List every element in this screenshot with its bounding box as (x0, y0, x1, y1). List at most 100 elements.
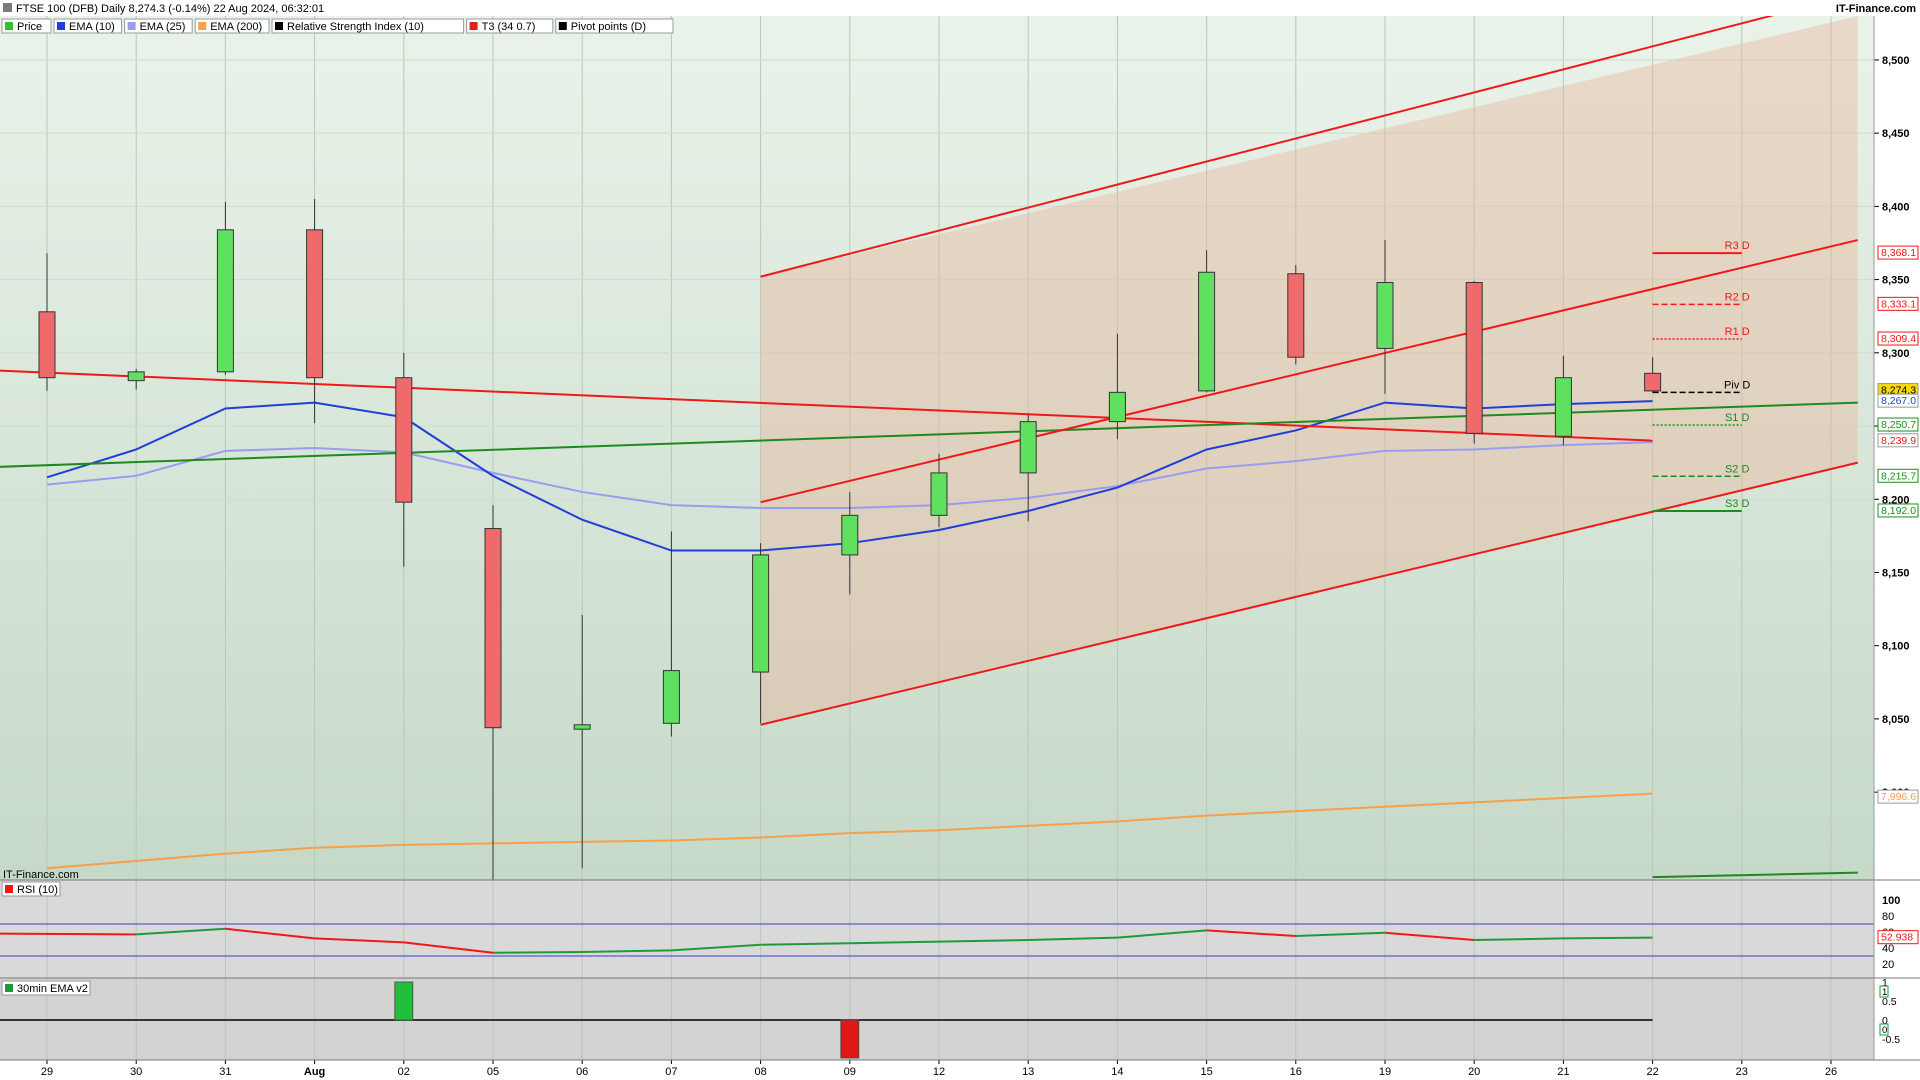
rsi-tick-label: 80 (1882, 911, 1894, 923)
legend-swatch-icon (5, 22, 13, 30)
value-tag-label: 8,192.0 (1881, 505, 1916, 517)
candle-body (1376, 282, 1394, 349)
ema30-value-label: 0 (1882, 1025, 1887, 1036)
flag-icon (3, 3, 12, 12)
candle-body (484, 528, 502, 729)
legend-swatch-icon (558, 22, 567, 30)
legend-item-label: EMA (200) (210, 21, 262, 33)
y-tick-label: 8,450 (1882, 128, 1910, 140)
pivot-label: Piv D (1724, 379, 1750, 391)
rsi-swatch-icon (5, 885, 13, 893)
legend-item-label: Relative Strength Index (10) (287, 21, 424, 33)
candle-body (1554, 377, 1572, 437)
legend-swatch-icon (127, 22, 136, 30)
candle-body (1644, 372, 1662, 392)
legend-swatch-icon (469, 22, 478, 30)
value-tag-label: 8,333.1 (1881, 298, 1916, 310)
rsi-tick-label: 40 (1882, 943, 1894, 955)
legend-swatch-icon (57, 22, 65, 30)
right-axis-bg (1874, 16, 1920, 1080)
y-tick-label: 8,050 (1882, 714, 1910, 726)
value-tag-label: 8,239.9 (1881, 435, 1916, 447)
legend-swatch-icon (198, 22, 207, 30)
value-tag-label: 8,250.7 (1881, 419, 1916, 431)
candle-body (1019, 421, 1037, 474)
legend-item-label: EMA (10) (69, 21, 115, 33)
ema30-swatch-icon (5, 984, 13, 992)
candle-body (930, 472, 948, 516)
rsi-tick-label: 20 (1882, 959, 1894, 971)
value-tag-label: 7,996.6 (1881, 791, 1916, 803)
rsi-tick-label: 100 (1882, 895, 1900, 907)
x-tick-label: 15 (1200, 1066, 1212, 1078)
candle-body (395, 377, 413, 503)
ema30-bar (840, 1019, 860, 1059)
x-tick-label: 05 (487, 1066, 499, 1078)
rsi-segment (0, 932, 137, 936)
x-tick-label: 21 (1557, 1066, 1569, 1078)
y-tick-label: 8,400 (1882, 201, 1910, 213)
brand-label[interactable]: IT-Finance.com (1836, 3, 1916, 15)
candle-body (752, 554, 770, 673)
candle-body (1287, 273, 1305, 358)
pivot-label: S2 D (1725, 463, 1750, 475)
candle-body (127, 371, 145, 382)
value-tag-label: 8,368.1 (1881, 247, 1916, 259)
indicator-legend: Price EMA (10) EMA (25) EMA (200) Relative S… (1, 18, 674, 34)
candle-body (662, 670, 680, 724)
date-axis-bg (0, 1060, 1920, 1080)
watermark: IT-Finance.com (3, 869, 79, 881)
x-tick-label: 31 (219, 1066, 231, 1078)
legend-item-label: Pivot points (D) (571, 21, 646, 33)
candle-body (38, 311, 56, 379)
legend-item-label: EMA (25) (140, 21, 186, 33)
candle-body (216, 229, 234, 373)
pivot-label: R3 D (1725, 240, 1750, 252)
x-tick-label: 22 (1646, 1066, 1658, 1078)
pivot-label: R2 D (1725, 291, 1750, 303)
x-tick-label: 23 (1736, 1066, 1748, 1078)
candle-body (1108, 391, 1126, 423)
value-tag-label: 8,309.4 (1881, 333, 1916, 345)
value-tag-label: 8,215.7 (1881, 470, 1916, 482)
candle-body (841, 514, 859, 556)
y-tick-label: 8,100 (1882, 641, 1910, 653)
x-tick-label: 30 (130, 1066, 142, 1078)
x-tick-label: 14 (1111, 1066, 1123, 1078)
x-tick-label: Aug (304, 1066, 325, 1078)
y-tick-label: 8,350 (1882, 275, 1910, 287)
candle-body (306, 229, 324, 379)
date-axis: 29 30 31 Aug 02 05 06 07 08 09 12 13 14 15 16 19 20 21 22 2… (0, 1060, 1920, 1080)
pivot-label: R1 D (1725, 326, 1750, 338)
candle-body (1198, 271, 1216, 392)
ema30-bar (394, 981, 414, 1021)
y-tick-label: 8,500 (1882, 55, 1910, 67)
legend-swatch-icon (275, 22, 283, 30)
legend-item-label: T3 (34 0.7) (482, 21, 536, 33)
rsi-title: RSI (10) (17, 884, 58, 896)
candle-body (573, 724, 591, 730)
ftse-chart: R3 D R2 D R1 D Piv D S1 D S2 D S3 D 8,500 8,450… (0, 0, 1920, 1080)
value-tag-label: 8,267.0 (1881, 395, 1916, 407)
rsi-value-label: 52.938 (1881, 932, 1913, 944)
x-tick-label: 19 (1379, 1066, 1391, 1078)
x-tick-label: 12 (933, 1066, 945, 1078)
ema30-value-label: 1 (1882, 987, 1887, 998)
rsi-segment (492, 951, 583, 954)
x-tick-label: 13 (1022, 1066, 1034, 1078)
x-tick-label: 06 (576, 1066, 588, 1078)
x-tick-label: 07 (665, 1066, 677, 1078)
rsi-segment (1563, 936, 1653, 940)
x-tick-label: 08 (754, 1066, 766, 1078)
pivot-label: S1 D (1725, 412, 1750, 424)
legend-item-label: Price (17, 21, 42, 33)
x-tick-label: 09 (844, 1066, 856, 1078)
y-tick-label: 8,150 (1882, 567, 1910, 579)
pivot-label: S3 D (1725, 498, 1750, 510)
x-tick-label: 20 (1468, 1066, 1480, 1078)
candle-body (1465, 282, 1483, 434)
chart-title: FTSE 100 (DFB) Daily 8,274.3 (-0.14%) 22… (16, 3, 324, 15)
x-tick-label: 29 (41, 1066, 53, 1078)
rsi-panel-bg (0, 880, 1874, 978)
x-tick-label: 02 (398, 1066, 410, 1078)
